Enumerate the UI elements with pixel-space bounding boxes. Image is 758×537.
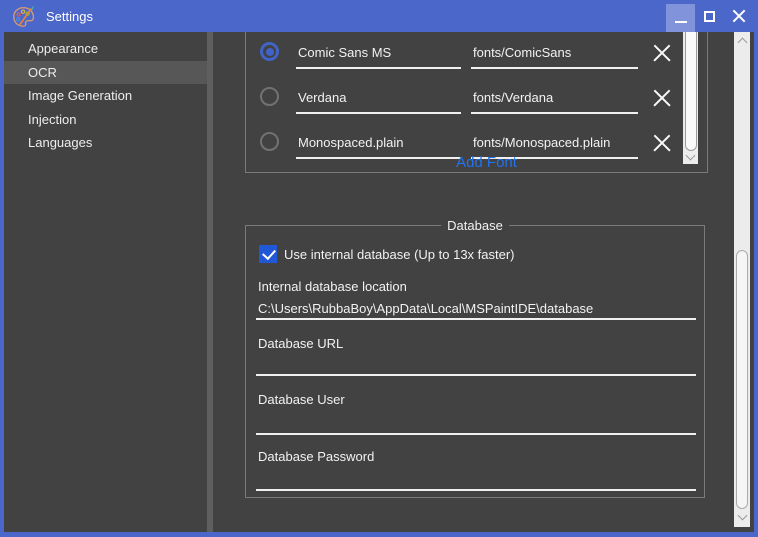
sidebar-item-image-generation[interactable]: Image Generation [4,84,207,108]
window-title: Settings [46,8,93,24]
font-radio[interactable] [260,132,279,151]
content-area: Comic Sans MS fonts/ComicSans Verdana fo… [213,32,738,532]
font-path[interactable]: fonts/Monospaced.plain [473,135,633,150]
font-list-scrollbar-thumb[interactable] [684,32,697,151]
font-list-panel: Comic Sans MS fonts/ComicSans Verdana fo… [245,32,708,173]
font-name[interactable]: Verdana [298,90,458,105]
minimize-button[interactable] [666,4,695,32]
font-radio-selected[interactable] [260,42,279,61]
field-underline [256,433,696,435]
field-label: Database User [258,392,345,407]
font-row: Verdana fonts/Verdana [246,77,707,122]
scroll-up-icon[interactable] [738,37,746,45]
internal-database-checkbox-label: Use internal database (Up to 13x faster) [284,247,515,262]
font-path-underline [471,67,638,69]
font-name[interactable]: Comic Sans MS [298,45,458,60]
remove-font-button[interactable] [651,132,673,154]
main-scrollbar[interactable] [734,32,750,527]
sidebar-item-appearance[interactable]: Appearance [4,37,207,61]
field-underline [256,489,696,491]
remove-font-button[interactable] [651,42,673,64]
field-value[interactable]: C:\Users\RubbaBoy\AppData\Local\MSPaintI… [258,301,593,316]
sidebar-item-languages[interactable]: Languages [4,131,207,155]
font-name[interactable]: Monospaced.plain [298,135,458,150]
minimize-icon [674,21,687,23]
field-label: Database Password [258,449,375,464]
database-group: Database Use internal database (Up to 13… [245,218,705,498]
close-button[interactable] [724,0,753,32]
close-icon [732,9,746,23]
internal-database-checkbox[interactable] [259,245,277,263]
font-radio[interactable] [260,87,279,106]
main-scrollbar-thumb[interactable] [735,250,748,509]
field-underline [256,374,696,376]
sidebar-item-injection[interactable]: Injection [4,108,207,132]
maximize-icon [704,10,715,22]
field-label: Database URL [258,336,344,351]
remove-font-button[interactable] [651,87,673,109]
sidebar-item-ocr[interactable]: OCR [4,60,207,84]
font-name-underline [296,112,461,114]
font-name-underline [296,67,461,69]
field-underline [256,318,696,320]
font-path-underline [471,112,638,114]
database-group-label: Database [441,218,509,233]
settings-window: Settings Appearance OCR Image Generation… [0,0,758,537]
sidebar: Appearance OCR Image Generation Injectio… [4,32,207,532]
title-bar: Settings [0,0,758,32]
maximize-button[interactable] [695,0,724,32]
font-path[interactable]: fonts/Verdana [473,90,633,105]
field-label: Internal database location [258,279,407,294]
scroll-down-icon[interactable] [686,154,694,162]
scroll-down-icon[interactable] [738,514,746,522]
font-list-scrollbar[interactable] [683,32,698,164]
app-icon [13,4,35,27]
add-font-link[interactable]: Add Font [266,154,707,171]
font-row: Comic Sans MS fonts/ComicSans [246,32,707,77]
font-path[interactable]: fonts/ComicSans [473,45,633,60]
